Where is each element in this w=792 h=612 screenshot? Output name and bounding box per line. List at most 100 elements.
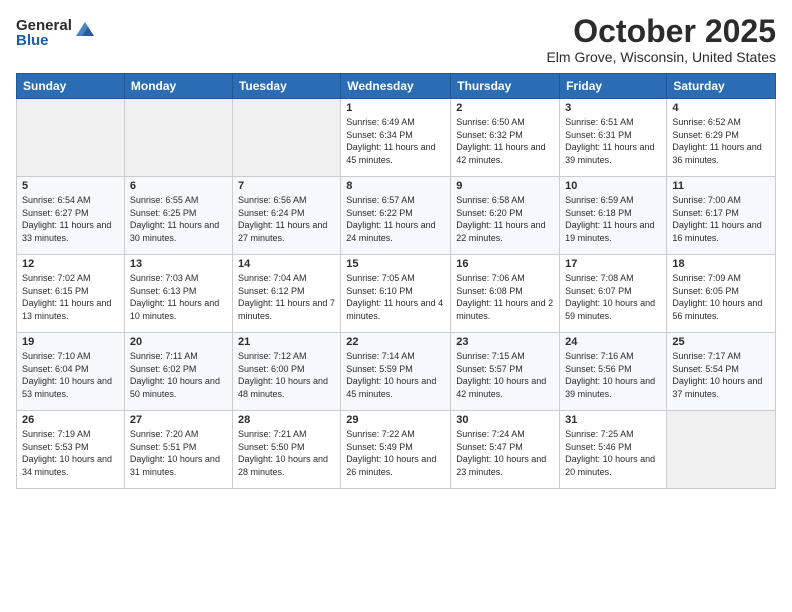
day-info: Sunrise: 6:55 AM Sunset: 6:25 PM Dayligh…: [130, 194, 227, 244]
day-number: 15: [346, 258, 445, 270]
day-number: 11: [672, 180, 770, 192]
table-row: 17 Sunrise: 7:08 AM Sunset: 6:07 PM Dayli…: [560, 255, 667, 333]
day-number: 25: [672, 336, 770, 348]
day-info: Sunrise: 7:09 AM Sunset: 6:05 PM Dayligh…: [672, 272, 770, 322]
title-block: October 2025 Elm Grove, Wisconsin, Unite…: [546, 14, 776, 65]
day-number: 29: [346, 414, 445, 426]
table-row: 25 Sunrise: 7:17 AM Sunset: 5:54 PM Dayli…: [667, 333, 776, 411]
day-info: Sunrise: 6:51 AM Sunset: 6:31 PM Dayligh…: [565, 116, 661, 166]
table-row: 11 Sunrise: 7:00 AM Sunset: 6:17 PM Dayli…: [667, 177, 776, 255]
table-row: 26Sunrise: 7:19 AM Sunset: 5:53 PM Dayli…: [17, 411, 125, 489]
day-info: Sunrise: 7:17 AM Sunset: 5:54 PM Dayligh…: [672, 350, 770, 400]
table-row: 14 Sunrise: 7:04 AM Sunset: 6:12 PM Dayli…: [232, 255, 340, 333]
table-row: 15 Sunrise: 7:05 AM Sunset: 6:10 PM Dayli…: [341, 255, 451, 333]
day-info: Sunrise: 6:59 AM Sunset: 6:18 PM Dayligh…: [565, 194, 661, 244]
day-number: 30: [456, 414, 554, 426]
table-row: 5 Sunrise: 6:54 AM Sunset: 6:27 PM Daylig…: [17, 177, 125, 255]
logo-text: General Blue: [16, 18, 72, 48]
day-info: Sunrise: 6:52 AM Sunset: 6:29 PM Dayligh…: [672, 116, 770, 166]
day-number: 19: [22, 336, 119, 348]
header-wednesday: Wednesday: [341, 74, 451, 99]
day-number: 27: [130, 414, 227, 426]
table-row: 16 Sunrise: 7:06 AM Sunset: 6:08 PM Dayli…: [451, 255, 560, 333]
day-info: Sunrise: 7:25 AM Sunset: 5:46 PM Dayligh…: [565, 428, 661, 478]
day-info: Sunrise: 7:06 AM Sunset: 6:08 PM Dayligh…: [456, 272, 554, 322]
table-row: 20 Sunrise: 7:11 AM Sunset: 6:02 PM Dayli…: [124, 333, 232, 411]
day-info: Sunrise: 7:08 AM Sunset: 6:07 PM Dayligh…: [565, 272, 661, 322]
table-row: 9Sunrise: 6:58 AM Sunset: 6:20 PM Daylig…: [451, 177, 560, 255]
table-row: 28 Sunrise: 7:21 AM Sunset: 5:50 PM Dayli…: [232, 411, 340, 489]
table-row: 3 Sunrise: 6:51 AM Sunset: 6:31 PM Daylig…: [560, 99, 667, 177]
day-number: 6: [130, 180, 227, 192]
table-row: [17, 99, 125, 177]
table-row: 24 Sunrise: 7:16 AM Sunset: 5:56 PM Dayli…: [560, 333, 667, 411]
day-info: Sunrise: 6:58 AM Sunset: 6:20 PM Dayligh…: [456, 194, 554, 244]
table-row: 10 Sunrise: 6:59 AM Sunset: 6:18 PM Dayli…: [560, 177, 667, 255]
table-row: 6 Sunrise: 6:55 AM Sunset: 6:25 PM Daylig…: [124, 177, 232, 255]
day-info: Sunrise: 7:04 AM Sunset: 6:12 PM Dayligh…: [238, 272, 335, 322]
day-info: Sunrise: 6:57 AM Sunset: 6:22 PM Dayligh…: [346, 194, 445, 244]
table-row: 22 Sunrise: 7:14 AM Sunset: 5:59 PM Dayli…: [341, 333, 451, 411]
calendar-week-row: 12 Sunrise: 7:02 AM Sunset: 6:15 PM Dayli…: [17, 255, 776, 333]
page-container: General Blue October 2025 Elm Grove, Wis…: [0, 0, 792, 612]
calendar-week-row: 5 Sunrise: 6:54 AM Sunset: 6:27 PM Daylig…: [17, 177, 776, 255]
logo-blue: Blue: [16, 33, 72, 48]
day-number: 5: [22, 180, 119, 192]
table-row: 12 Sunrise: 7:02 AM Sunset: 6:15 PM Dayli…: [17, 255, 125, 333]
logo-icon: [74, 18, 96, 40]
day-number: 16: [456, 258, 554, 270]
day-number: 28: [238, 414, 335, 426]
day-number: 17: [565, 258, 661, 270]
table-row: 31 Sunrise: 7:25 AM Sunset: 5:46 PM Dayli…: [560, 411, 667, 489]
page-header: General Blue October 2025 Elm Grove, Wis…: [16, 14, 776, 65]
day-info: Sunrise: 7:14 AM Sunset: 5:59 PM Dayligh…: [346, 350, 445, 400]
table-row: 13Sunrise: 7:03 AM Sunset: 6:13 PM Dayli…: [124, 255, 232, 333]
day-number: 22: [346, 336, 445, 348]
day-number: 14: [238, 258, 335, 270]
day-number: 31: [565, 414, 661, 426]
logo-general: General: [16, 18, 72, 33]
table-row: [232, 99, 340, 177]
day-info: Sunrise: 7:10 AM Sunset: 6:04 PM Dayligh…: [22, 350, 119, 400]
table-row: 1Sunrise: 6:49 AM Sunset: 6:34 PM Daylig…: [341, 99, 451, 177]
day-info: Sunrise: 7:02 AM Sunset: 6:15 PM Dayligh…: [22, 272, 119, 322]
day-info: Sunrise: 6:54 AM Sunset: 6:27 PM Dayligh…: [22, 194, 119, 244]
calendar-week-row: 26Sunrise: 7:19 AM Sunset: 5:53 PM Dayli…: [17, 411, 776, 489]
day-info: Sunrise: 7:11 AM Sunset: 6:02 PM Dayligh…: [130, 350, 227, 400]
day-info: Sunrise: 7:16 AM Sunset: 5:56 PM Dayligh…: [565, 350, 661, 400]
day-number: 8: [346, 180, 445, 192]
day-info: Sunrise: 7:05 AM Sunset: 6:10 PM Dayligh…: [346, 272, 445, 322]
table-row: 19 Sunrise: 7:10 AM Sunset: 6:04 PM Dayli…: [17, 333, 125, 411]
day-number: 18: [672, 258, 770, 270]
day-info: Sunrise: 7:21 AM Sunset: 5:50 PM Dayligh…: [238, 428, 335, 478]
day-number: 20: [130, 336, 227, 348]
table-row: 7Sunrise: 6:56 AM Sunset: 6:24 PM Daylig…: [232, 177, 340, 255]
day-info: Sunrise: 7:00 AM Sunset: 6:17 PM Dayligh…: [672, 194, 770, 244]
table-row: 18 Sunrise: 7:09 AM Sunset: 6:05 PM Dayli…: [667, 255, 776, 333]
day-number: 13: [130, 258, 227, 270]
day-number: 12: [22, 258, 119, 270]
day-number: 26: [22, 414, 119, 426]
day-number: 21: [238, 336, 335, 348]
table-row: 8 Sunrise: 6:57 AM Sunset: 6:22 PM Daylig…: [341, 177, 451, 255]
table-row: [124, 99, 232, 177]
header-monday: Monday: [124, 74, 232, 99]
day-info: Sunrise: 6:50 AM Sunset: 6:32 PM Dayligh…: [456, 116, 554, 166]
calendar-week-row: 19 Sunrise: 7:10 AM Sunset: 6:04 PM Dayli…: [17, 333, 776, 411]
logo: General Blue: [16, 18, 96, 48]
day-number: 10: [565, 180, 661, 192]
day-info: Sunrise: 7:15 AM Sunset: 5:57 PM Dayligh…: [456, 350, 554, 400]
calendar-week-row: 1Sunrise: 6:49 AM Sunset: 6:34 PM Daylig…: [17, 99, 776, 177]
day-number: 4: [672, 102, 770, 114]
day-number: 3: [565, 102, 661, 114]
calendar-table: Sunday Monday Tuesday Wednesday Thursday…: [16, 73, 776, 489]
table-row: 21 Sunrise: 7:12 AM Sunset: 6:00 PM Dayli…: [232, 333, 340, 411]
header-saturday: Saturday: [667, 74, 776, 99]
table-row: 30Sunrise: 7:24 AM Sunset: 5:47 PM Dayli…: [451, 411, 560, 489]
day-info: Sunrise: 7:12 AM Sunset: 6:00 PM Dayligh…: [238, 350, 335, 400]
location: Elm Grove, Wisconsin, United States: [546, 49, 776, 65]
header-tuesday: Tuesday: [232, 74, 340, 99]
table-row: [667, 411, 776, 489]
header-sunday: Sunday: [17, 74, 125, 99]
day-number: 24: [565, 336, 661, 348]
